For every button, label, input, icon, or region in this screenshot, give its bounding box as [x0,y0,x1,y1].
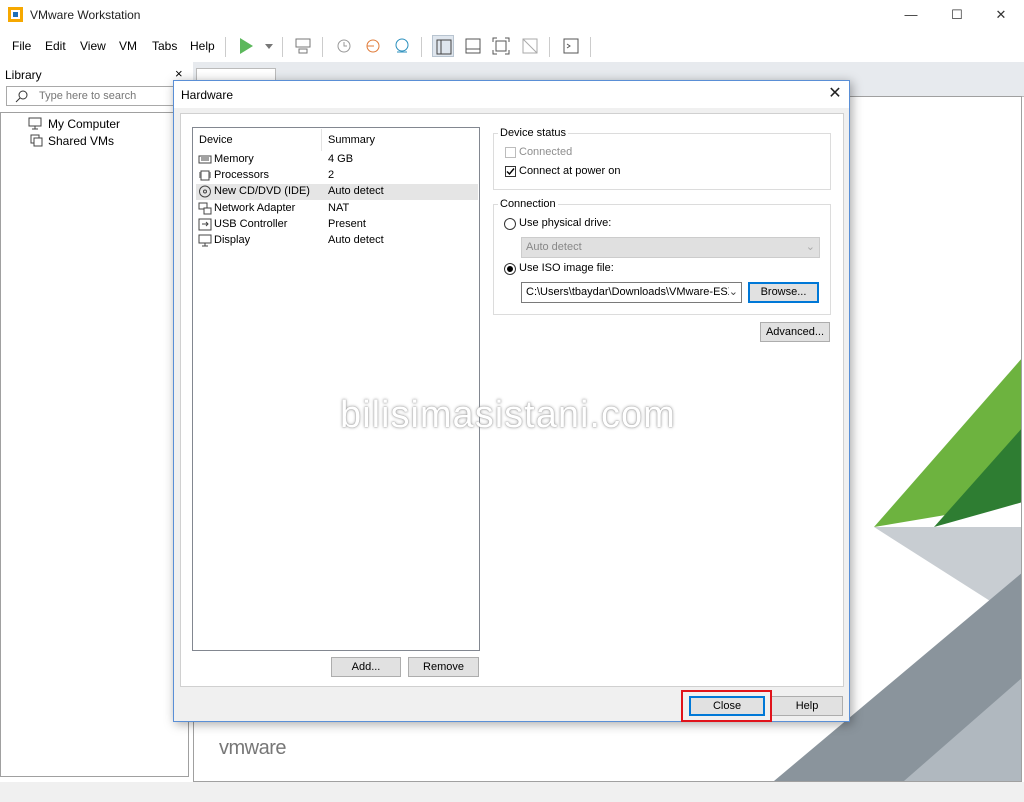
use-physical-drive-label: Use physical drive: [519,217,612,229]
toolbar-separator [549,37,550,57]
close-icon[interactable]: ✕ [978,0,1024,30]
remove-device-button[interactable]: Remove [408,657,479,677]
dialog-title-bar [174,81,849,108]
processor-icon [198,169,212,182]
add-device-button[interactable]: Add... [331,657,401,677]
snapshot-icon[interactable] [333,35,355,57]
column-header-summary[interactable]: Summary [328,134,375,146]
status-bar [0,782,1024,802]
search-icon [15,89,29,106]
device-summary: Auto detect [328,185,384,197]
device-name: Memory [214,153,254,165]
library-tree [0,112,189,777]
library-close-icon[interactable]: × [175,66,183,81]
menu-view[interactable]: View [80,39,106,53]
device-summary: 2 [328,169,335,181]
app-title: VMware Workstation [30,8,141,22]
connect-at-power-on-label: Connect at power on [519,165,621,177]
advanced-button[interactable]: Advanced... [760,322,830,342]
checkmark-icon [506,168,515,176]
menu-help[interactable]: Help [190,39,215,53]
network-icon [198,202,212,215]
usb-icon [198,218,212,231]
power-on-icon[interactable] [235,35,257,57]
device-status-group [493,133,831,190]
device-row-processors[interactable]: Processors 2 [196,168,478,184]
maximize-icon[interactable]: ☐ [934,0,980,30]
toolbar-separator [225,37,226,57]
device-status-title: Device status [498,127,569,139]
connect-at-power-on-checkbox[interactable] [505,166,516,177]
iso-path-value: C:\Users\tbaydar\Downloads\VMware-ESX [526,286,736,298]
device-name: Display [214,234,251,246]
iso-path-combobox[interactable]: C:\Users\tbaydar\Downloads\VMware-ESX ⌄ [521,282,742,303]
close-button-highlight [681,690,772,722]
toolbar-separator [322,37,323,57]
device-row-usb-controller[interactable]: USB Controller Present [196,217,478,233]
display-icon [198,234,212,247]
cd-dvd-icon [198,185,212,198]
device-summary: Auto detect [328,234,384,246]
chevron-down-icon: ⌄ [805,241,815,253]
help-button[interactable]: Help [771,696,843,716]
browse-button[interactable]: Browse... [748,282,819,303]
toolbar-separator [590,37,591,57]
snapshot-manager-icon[interactable] [391,35,413,57]
tree-item-my-computer[interactable]: My Computer [48,117,120,131]
dialog-title: Hardware [181,88,234,102]
device-name: Processors [214,169,270,181]
menu-edit[interactable]: Edit [45,39,66,53]
show-library-icon[interactable] [432,35,454,57]
chevron-down-icon: ⌄ [728,283,738,302]
watermark: bilisimasistani.com [340,394,676,436]
use-physical-drive-radio[interactable] [504,218,516,230]
device-summary: 4 GB [328,153,354,165]
device-row-memory[interactable]: Memory 4 GB [196,152,478,168]
computer-icon [28,117,42,133]
send-ctrl-alt-del-icon[interactable] [292,35,314,57]
dialog-close-icon[interactable]: ✕ [825,84,845,104]
vmware-app-icon [8,7,23,22]
search-placeholder: Type here to search [39,90,137,102]
use-iso-image-radio[interactable] [504,263,516,275]
menu-tabs[interactable]: Tabs [152,39,177,53]
column-divider [321,129,322,151]
column-header-device[interactable]: Device [199,134,233,146]
full-screen-icon[interactable] [490,35,512,57]
thumbnail-bar-icon[interactable] [462,35,484,57]
shared-vms-icon [30,134,43,150]
revert-snapshot-icon[interactable] [362,35,384,57]
physical-drive-value: Auto detect [526,241,582,253]
menu-file[interactable]: File [12,39,31,53]
library-search-input[interactable]: Type here to search [6,86,186,106]
vmware-logo: vmware [219,737,287,759]
device-name: Network Adapter [214,202,296,214]
connected-label: Connected [519,146,573,158]
tree-item-shared-vms[interactable]: Shared VMs [48,134,114,148]
library-title: Library [5,68,42,82]
device-summary: Present [328,218,366,230]
unity-icon[interactable] [519,35,541,57]
device-row-network-adapter[interactable]: Network Adapter NAT [196,201,478,217]
chevron-down-icon[interactable] [258,35,273,57]
menu-vm[interactable]: VM [119,39,137,53]
device-row-cd-dvd[interactable]: New CD/DVD (IDE) Auto detect [196,184,478,200]
connection-title: Connection [498,198,558,210]
connected-checkbox[interactable] [505,147,516,158]
toolbar-separator [282,37,283,57]
minimize-icon[interactable]: — [888,0,934,30]
device-summary: NAT [328,202,350,214]
console-view-icon[interactable] [560,35,582,57]
toolbar-separator [421,37,422,57]
physical-drive-select[interactable]: Auto detect ⌄ [521,237,820,258]
memory-icon [198,153,212,166]
title-bar [0,0,1024,30]
radio-dot [507,266,513,272]
device-name: USB Controller [214,218,288,230]
use-iso-image-label: Use ISO image file: [519,262,614,274]
device-row-display[interactable]: Display Auto detect [196,233,478,249]
device-name: New CD/DVD (IDE) [214,185,310,197]
